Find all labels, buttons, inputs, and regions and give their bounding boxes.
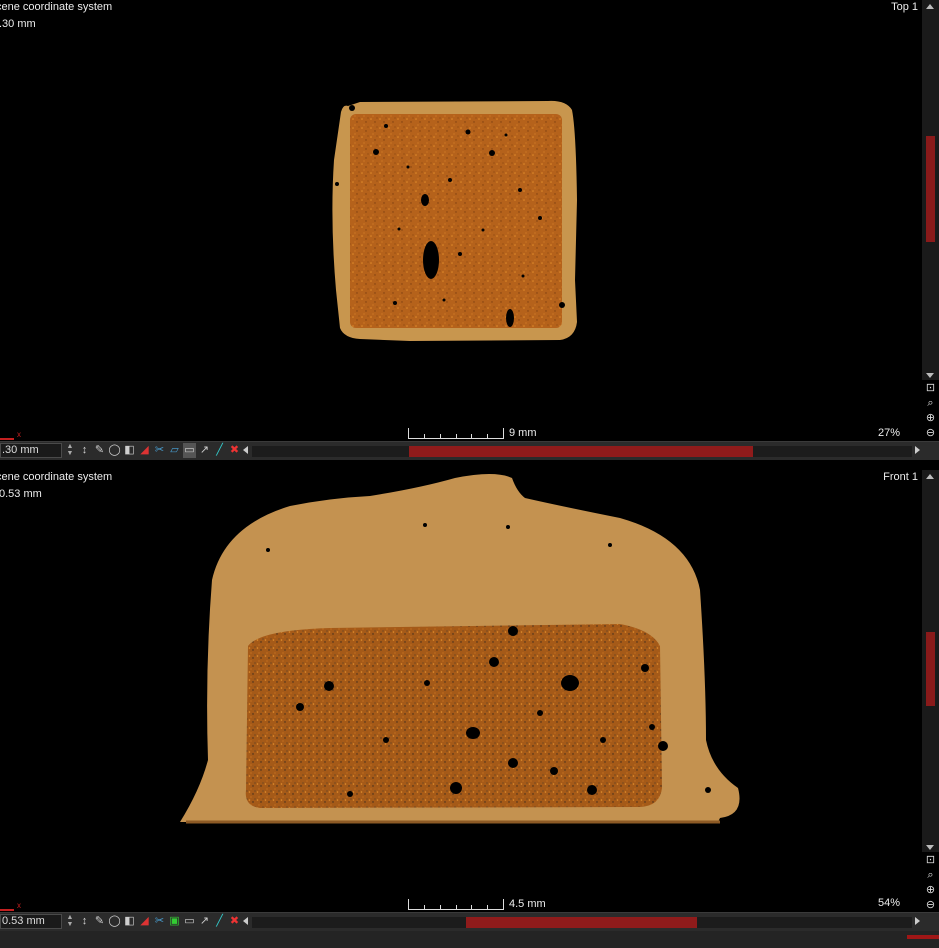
scroll-right-arrow[interactable] [915, 917, 920, 925]
zoom-out-icon[interactable]: ⊖ [926, 427, 935, 440]
cut-icon[interactable]: ✂ [153, 914, 166, 929]
pipette-icon[interactable]: ✎ [93, 914, 106, 929]
horizontal-scrollbar-top[interactable] [252, 446, 912, 457]
reset-icon[interactable]: ✖ [228, 914, 241, 929]
view-pane-top[interactable]: cene coordinate system .30 mm Top 1 9 mm… [0, 0, 922, 442]
box-icon[interactable]: ▣ [168, 914, 181, 929]
tool-icons: ↕ ✎ ◯ ◧ ◢ ✂ ▱ ▭ ↗ ╱ ✖ [78, 443, 241, 458]
slice-stepper[interactable]: ▲ ▼ [66, 914, 74, 929]
ruler-angle-icon[interactable]: ◢ [138, 443, 151, 458]
axis-indicator [0, 909, 14, 911]
scale-bar [408, 899, 504, 910]
pick-icon[interactable]: ↕ [78, 443, 91, 458]
scroll-left-arrow[interactable] [243, 917, 248, 925]
ct-slice-image-front [178, 474, 740, 824]
magnifier-icon[interactable]: ⌕ [927, 869, 933, 882]
zoom-level: 27% [877, 427, 900, 439]
measure-icon[interactable]: ▭ [183, 443, 196, 458]
view-toolbar-top: .30 mm ▲ ▼ ↕ ✎ ◯ ◧ ◢ ✂ ▱ ▭ ↗ ╱ ✖ [0, 441, 939, 460]
zoom-tools-top: ⊡ ⌕ ⊕ ⊖ [922, 382, 939, 440]
zoom-in-icon[interactable]: ⊕ [926, 884, 935, 897]
box-icon[interactable]: ▱ [168, 443, 181, 458]
scroll-thumb[interactable] [926, 136, 935, 242]
status-bar [0, 931, 939, 948]
magnifier-icon[interactable]: ⌕ [927, 397, 933, 410]
specimen-core [245, 624, 662, 808]
ct-slice-image-top [332, 100, 577, 341]
scroll-right-arrow[interactable] [915, 446, 920, 454]
curve-icon[interactable]: ↗ [198, 914, 211, 929]
zoom-out-icon[interactable]: ⊖ [926, 899, 935, 912]
pipette-icon[interactable]: ✎ [93, 443, 106, 458]
specimen-core [350, 114, 562, 328]
scroll-down-arrow[interactable] [926, 845, 934, 850]
horizontal-scroll-thumb[interactable] [466, 917, 697, 928]
line-icon[interactable]: ╱ [213, 443, 226, 458]
axis-indicator [0, 438, 14, 440]
ruler-angle-icon[interactable]: ◢ [138, 914, 151, 929]
measure-icon[interactable]: ▭ [183, 914, 196, 929]
scroll-thumb[interactable] [926, 632, 935, 706]
sphere-icon[interactable]: ◯ [108, 914, 121, 929]
slice-position-field[interactable]: .30 mm [0, 443, 62, 458]
contrast-icon[interactable]: ◧ [123, 443, 136, 458]
zoom-in-icon[interactable]: ⊕ [926, 412, 935, 425]
scroll-up-arrow[interactable] [926, 474, 934, 479]
view-toolbar-front: 0.53 mm ▲ ▼ ↕ ✎ ◯ ◧ ◢ ✂ ▣ ▭ ↗ ╱ ✖ [0, 912, 939, 931]
curve-icon[interactable]: ↗ [198, 443, 211, 458]
vertical-scrollbar-front[interactable] [922, 470, 939, 852]
line-icon[interactable]: ╱ [213, 914, 226, 929]
horizontal-scrollbar-front[interactable] [252, 917, 912, 928]
progress-indicator [907, 935, 939, 939]
reset-icon[interactable]: ✖ [228, 443, 241, 458]
scale-bar [408, 428, 504, 439]
scroll-left-arrow[interactable] [243, 446, 248, 454]
zoom-fit-icon[interactable]: ⊡ [926, 854, 935, 867]
horizontal-scroll-thumb[interactable] [409, 446, 753, 457]
view-pane-front[interactable]: cene coordinate system 0.53 mm Front 1 4… [0, 470, 922, 912]
contrast-icon[interactable]: ◧ [123, 914, 136, 929]
axis-x-label: x [17, 430, 21, 439]
pick-icon[interactable]: ↕ [78, 914, 91, 929]
axis-x-label: x [17, 901, 21, 910]
tool-icons: ↕ ✎ ◯ ◧ ◢ ✂ ▣ ▭ ↗ ╱ ✖ [78, 914, 241, 929]
zoom-fit-icon[interactable]: ⊡ [926, 382, 935, 395]
vertical-scrollbar-top[interactable] [922, 0, 939, 380]
cut-icon[interactable]: ✂ [153, 443, 166, 458]
pane-separator[interactable] [0, 460, 939, 470]
zoom-tools-front: ⊡ ⌕ ⊕ ⊖ [922, 854, 939, 912]
slice-position-field[interactable]: 0.53 mm [0, 914, 62, 929]
slice-stepper[interactable]: ▲ ▼ [66, 443, 74, 458]
scroll-up-arrow[interactable] [926, 4, 934, 9]
sphere-icon[interactable]: ◯ [108, 443, 121, 458]
scale-bar-label: 9 mm [509, 427, 537, 439]
scroll-down-arrow[interactable] [926, 373, 934, 378]
scale-bar-label: 4.5 mm [509, 898, 546, 910]
zoom-level: 54% [877, 897, 900, 909]
